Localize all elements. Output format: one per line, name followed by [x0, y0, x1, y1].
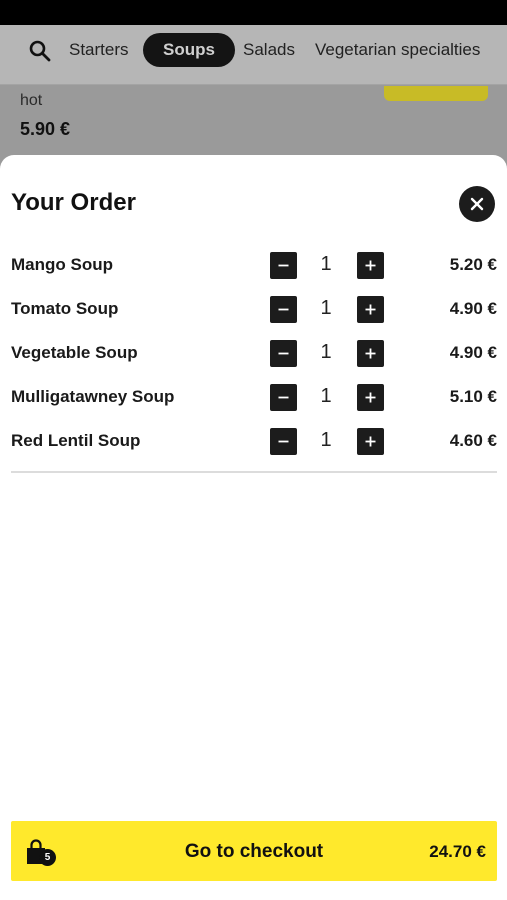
order-title: Your Order: [11, 189, 136, 216]
order-item: Red Lentil Soup 1 4.60 €: [0, 419, 507, 463]
decrease-quantity-button[interactable]: [270, 252, 297, 279]
item-name: Vegetable Soup: [11, 343, 138, 362]
checkout-button[interactable]: 5 Go to checkout 24.70 €: [11, 821, 497, 881]
order-item: Mango Soup 1 5.20 €: [0, 243, 507, 287]
order-item: Tomato Soup 1 4.90 €: [0, 287, 507, 331]
checkout-total: 24.70 €: [429, 842, 486, 861]
increase-quantity-button[interactable]: [357, 384, 384, 411]
category-tab-vegetarian-specialties[interactable]: Vegetarian specialties: [315, 33, 480, 67]
item-quantity: 1: [320, 297, 332, 319]
order-item: Mulligatawney Soup 1 5.10 €: [0, 375, 507, 419]
order-item: Vegetable Soup 1 4.90 €: [0, 331, 507, 375]
plus-icon: [365, 348, 376, 359]
item-name: Mango Soup: [11, 255, 113, 274]
decrease-quantity-button[interactable]: [270, 340, 297, 367]
item-price: 5.20 €: [449, 255, 497, 274]
item-price: 4.60 €: [449, 431, 497, 450]
increase-quantity-button[interactable]: [357, 252, 384, 279]
category-bar: Starters Soups Salads Vegetarian special…: [0, 25, 507, 85]
order-item-list: Mango Soup 1 5.20 € Tomato Soup 1 4.90 €…: [0, 243, 507, 463]
category-tab-starters[interactable]: Starters: [69, 33, 129, 67]
decrease-quantity-button[interactable]: [270, 296, 297, 323]
item-quantity: 1: [320, 341, 332, 363]
item-name: Mulligatawney Soup: [11, 387, 175, 406]
item-name: Tomato Soup: [11, 299, 119, 318]
checkout-label: Go to checkout: [184, 841, 324, 862]
item-price: 4.90 €: [449, 299, 497, 318]
close-icon: [470, 197, 484, 211]
divider: [11, 471, 497, 473]
plus-icon: [365, 436, 376, 447]
item-name: Red Lentil Soup: [11, 431, 141, 450]
menu-item-price: 5.90 €: [20, 119, 71, 139]
background-menu-item: hot 5.90 €: [0, 86, 507, 156]
close-button[interactable]: [459, 186, 495, 222]
item-quantity: 1: [320, 429, 332, 451]
minus-icon: [278, 308, 289, 311]
status-bar: [0, 0, 507, 25]
item-price: 4.90 €: [449, 343, 497, 362]
menu-item-subtitle: hot: [20, 92, 43, 109]
increase-quantity-button[interactable]: [357, 340, 384, 367]
item-price: 5.10 €: [449, 387, 497, 406]
increase-quantity-button[interactable]: [357, 428, 384, 455]
minus-icon: [278, 396, 289, 399]
item-quantity: 1: [320, 253, 332, 275]
plus-icon: [365, 304, 376, 315]
plus-icon: [365, 260, 376, 271]
decrease-quantity-button[interactable]: [270, 428, 297, 455]
plus-icon: [365, 392, 376, 403]
decrease-quantity-button[interactable]: [270, 384, 297, 411]
category-tab-soups[interactable]: Soups: [143, 33, 235, 67]
search-icon[interactable]: [28, 39, 52, 63]
category-tab-salads[interactable]: Salads: [243, 33, 295, 67]
item-quantity: 1: [320, 385, 332, 407]
minus-icon: [278, 440, 289, 443]
minus-icon: [278, 352, 289, 355]
add-to-order-button: [384, 86, 488, 101]
order-sheet: Your Order Mango Soup 1 5.20 € Tomato So…: [0, 155, 507, 900]
minus-icon: [278, 264, 289, 267]
increase-quantity-button[interactable]: [357, 296, 384, 323]
